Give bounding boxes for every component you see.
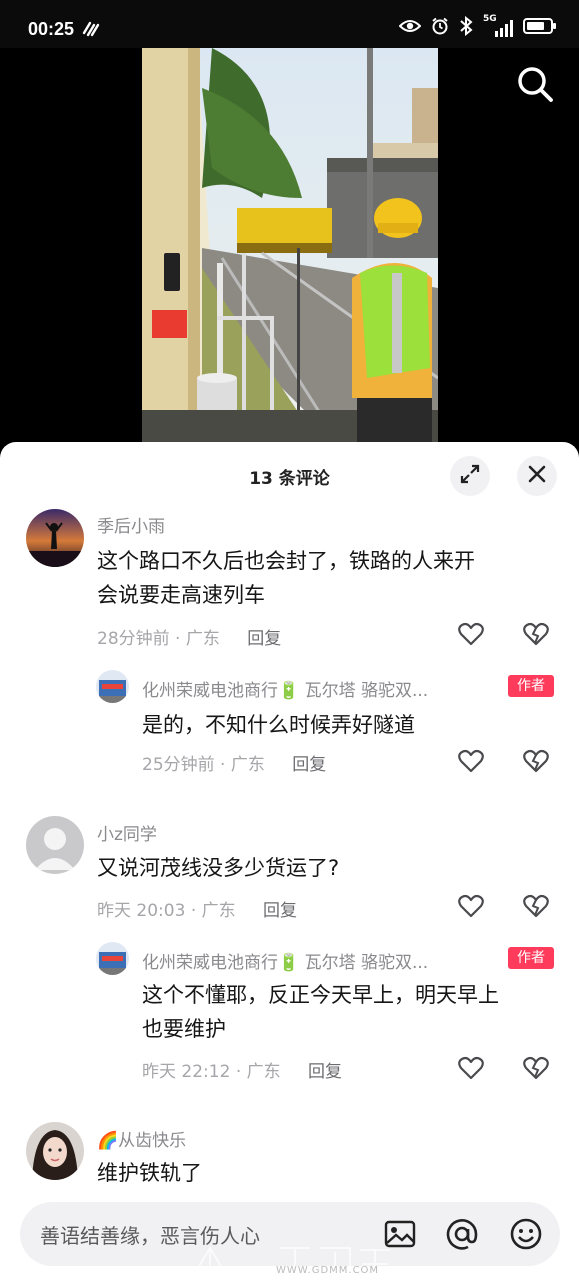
- like-icon[interactable]: [457, 892, 485, 920]
- like-icon[interactable]: [457, 1054, 485, 1082]
- like-icon[interactable]: [457, 747, 485, 775]
- mention-icon[interactable]: [444, 1216, 480, 1252]
- comment-text: 维护铁轨了: [97, 1156, 202, 1190]
- avatar[interactable]: [96, 670, 129, 703]
- avatar[interactable]: [26, 509, 84, 567]
- comment-time: 昨天 22:12: [142, 1062, 231, 1082]
- comment-time: 25分钟前: [142, 755, 215, 775]
- status-bar: 00:25 5G: [0, 0, 579, 48]
- comment-text: 是的，不知什么时候弄好隧道: [142, 708, 415, 742]
- battery-icon: [523, 17, 557, 39]
- data-saver-icon: [82, 21, 100, 41]
- comment-text: 这个不懂耶，反正今天早上，明天早上 也要维护: [142, 978, 499, 1046]
- reply-button[interactable]: 回复: [308, 1062, 342, 1082]
- comment-username[interactable]: 化州荣威电池商行🔋 瓦尔塔 骆驼双...: [142, 676, 492, 701]
- watermark-url: WWW.GDMM.COM: [276, 1265, 380, 1276]
- comment-username[interactable]: 🌈从齿快乐: [97, 1126, 186, 1151]
- comment-meta: 昨天 22:12 · 广东 回复: [142, 1062, 343, 1082]
- avatar[interactable]: [26, 816, 84, 874]
- reply-button[interactable]: 回复: [263, 901, 297, 921]
- dislike-icon[interactable]: [522, 892, 550, 920]
- emoji-icon[interactable]: [508, 1216, 544, 1252]
- comment-meta: 28分钟前 · 广东 回复: [97, 629, 282, 649]
- expand-icon: [459, 463, 481, 489]
- comment-text-line: 这个不懂耶，反正今天早上，明天早上: [142, 983, 499, 1007]
- comment-username[interactable]: 化州荣威电池商行🔋 瓦尔塔 骆驼双...: [142, 948, 492, 973]
- comments-count-title: 13 条评论: [249, 469, 330, 489]
- alarm-icon: [431, 17, 449, 39]
- bluetooth-icon: [459, 15, 473, 40]
- author-badge: 作者: [508, 675, 554, 697]
- video-frame: [142, 48, 438, 448]
- close-button[interactable]: [517, 456, 557, 496]
- search-icon[interactable]: [515, 64, 555, 104]
- avatar[interactable]: [96, 942, 129, 975]
- author-badge: 作者: [508, 947, 554, 969]
- comment-location: 广东: [201, 901, 236, 921]
- comment-time: 28分钟前: [97, 629, 170, 649]
- video-player[interactable]: [0, 48, 579, 448]
- comment-time: 昨天 20:03: [97, 901, 186, 921]
- like-icon[interactable]: [457, 620, 485, 648]
- avatar[interactable]: [26, 1122, 84, 1180]
- status-icons: 5G: [398, 14, 557, 40]
- comment-text-line: 会说要走高速列车: [97, 583, 265, 607]
- expand-button[interactable]: [450, 456, 490, 496]
- status-time: 00:25: [28, 19, 75, 39]
- signal-icon: 5G: [483, 14, 513, 38]
- comment-text-line: 维护铁轨了: [97, 1161, 202, 1185]
- comment-text-line: 又说河茂线没多少货运了?: [97, 856, 340, 880]
- comment-username[interactable]: 小z同学: [97, 820, 157, 845]
- eye-icon: [398, 18, 422, 38]
- comment-location: 广东: [246, 1062, 281, 1082]
- comment-text-line: 也要维护: [142, 1017, 226, 1041]
- dislike-icon[interactable]: [522, 1054, 550, 1082]
- close-icon: [527, 464, 547, 488]
- comment-meta: 昨天 20:03 · 广东 回复: [97, 901, 298, 921]
- comment-username[interactable]: 季后小雨: [97, 512, 165, 537]
- comment-text: 又说河茂线没多少货运了?: [97, 851, 339, 885]
- dislike-icon[interactable]: [522, 747, 550, 775]
- comment-text-line: 这个路口不久后也会封了，铁路的人来开: [97, 549, 475, 573]
- comment-location: 广东: [230, 755, 265, 775]
- dislike-icon[interactable]: [522, 620, 550, 648]
- comment-text-line: 是的，不知什么时候弄好隧道: [142, 713, 415, 737]
- reply-button[interactable]: 回复: [247, 629, 281, 649]
- comment-meta: 25分钟前 · 广东 回复: [142, 755, 327, 775]
- comment-text: 这个路口不久后也会封了，铁路的人来开 会说要走高速列车: [97, 544, 475, 612]
- reply-button[interactable]: 回复: [292, 755, 326, 775]
- comment-location: 广东: [185, 629, 220, 649]
